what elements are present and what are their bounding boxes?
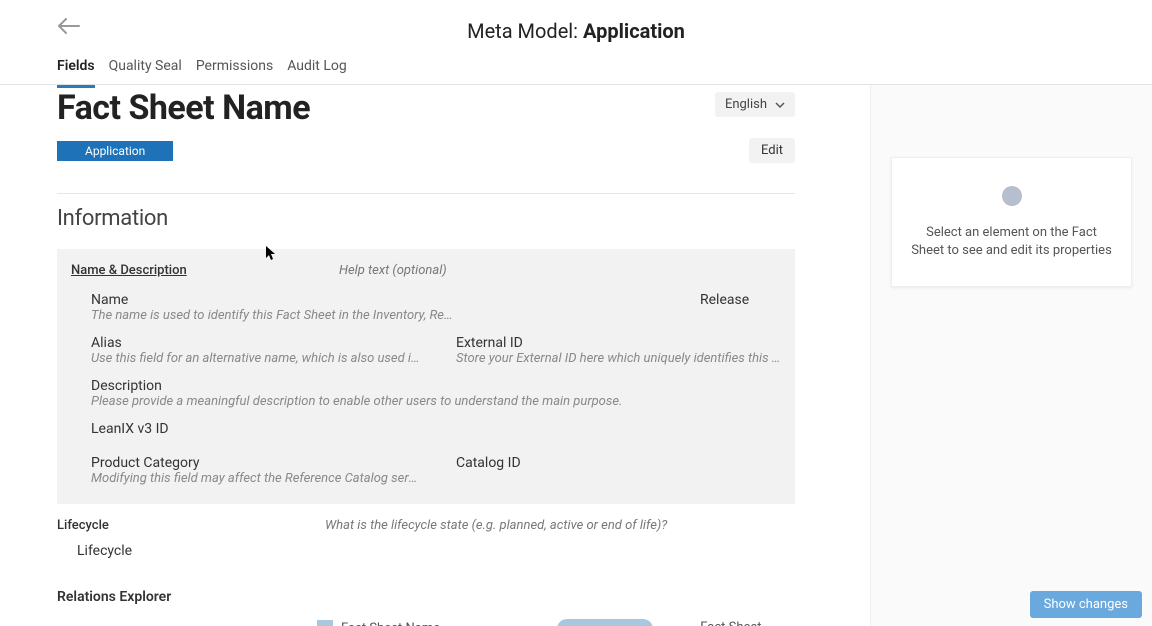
relation-left[interactable]: Fact Sheet Name (317, 620, 440, 626)
chevron-down-icon (775, 100, 785, 110)
relation-left-square-icon (317, 620, 333, 626)
placeholder-dot-icon (1002, 186, 1022, 206)
field-external-id-desc: Store your External ID here which unique… (456, 351, 786, 366)
name-description-title[interactable]: Name & Description (71, 263, 339, 278)
relation-center-pill[interactable] (557, 619, 653, 626)
field-product-category-desc: Modifying this field may affect the Refe… (91, 471, 421, 486)
field-alias[interactable]: Alias Use this field for an alternative … (91, 335, 456, 366)
lifecycle-title[interactable]: Lifecycle (57, 518, 325, 533)
relations-explorer: Fact Sheet Name Fact Sheet Name (57, 617, 795, 626)
side-card: Select an element on the Fact Sheet to s… (891, 157, 1132, 287)
lifecycle-panel: Lifecycle What is the lifecycle state (e… (57, 504, 795, 559)
tab-permissions[interactable]: Permissions (196, 58, 273, 85)
language-selector[interactable]: English (715, 92, 795, 117)
relations-heading: Relations Explorer (57, 589, 870, 605)
relation-right-label: Fact Sheet Name (700, 620, 795, 626)
show-changes-button[interactable]: Show changes (1030, 591, 1142, 618)
tab-quality-seal[interactable]: Quality Seal (109, 58, 182, 85)
field-lifecycle[interactable]: Lifecycle (57, 543, 781, 559)
page-title: Fact Sheet Name (57, 88, 310, 128)
page-meta-title: Meta Model: Application (0, 19, 1152, 43)
field-description-desc: Please provide a meaningful description … (91, 394, 691, 409)
relation-left-label: Fact Sheet Name (341, 621, 440, 626)
edit-button[interactable]: Edit (749, 138, 795, 163)
title-bold: Application (583, 19, 685, 43)
divider (57, 193, 795, 194)
side-panel: Select an element on the Fact Sheet to s… (870, 85, 1152, 626)
field-release-label: Release (700, 292, 786, 308)
tab-audit-log[interactable]: Audit Log (287, 58, 347, 85)
field-external-id-label: External ID (456, 335, 786, 351)
field-description-label: Description (91, 378, 786, 394)
application-badge: Application (57, 141, 173, 161)
field-catalog-id[interactable]: Catalog ID (456, 455, 786, 486)
language-label: English (725, 97, 767, 112)
back-arrow-icon[interactable] (58, 18, 80, 38)
field-name-desc: The name is used to identify this Fact S… (91, 308, 456, 323)
lifecycle-help: What is the lifecycle state (e.g. planne… (325, 518, 667, 533)
information-heading: Information (57, 206, 870, 231)
field-release[interactable]: Release (456, 292, 786, 323)
field-leanix-id-label: LeanIX v3 ID (91, 421, 786, 437)
side-message: Select an element on the Fact Sheet to s… (910, 224, 1113, 260)
name-description-help: Help text (optional) (339, 263, 447, 278)
field-product-category-label: Product Category (91, 455, 456, 471)
tab-bar: Fields Quality Seal Permissions Audit Lo… (0, 38, 1152, 85)
field-alias-label: Alias (91, 335, 456, 351)
field-catalog-id-label: Catalog ID (456, 455, 786, 471)
field-external-id[interactable]: External ID Store your External ID here … (456, 335, 786, 366)
field-product-category[interactable]: Product Category Modifying this field ma… (91, 455, 456, 486)
field-description[interactable]: Description Please provide a meaningful … (91, 378, 786, 409)
field-lifecycle-label: Lifecycle (77, 543, 132, 559)
relation-right[interactable]: Fact Sheet Name (677, 620, 795, 626)
field-name-label: Name (91, 292, 456, 308)
field-name[interactable]: Name The name is used to identify this F… (91, 292, 456, 323)
field-alias-desc: Use this field for an alternative name, … (91, 351, 421, 366)
tab-fields[interactable]: Fields (57, 58, 95, 88)
field-leanix-id[interactable]: LeanIX v3 ID (91, 421, 786, 437)
name-description-panel: Name & Description Help text (optional) … (57, 249, 795, 504)
title-prefix: Meta Model: (467, 19, 583, 43)
